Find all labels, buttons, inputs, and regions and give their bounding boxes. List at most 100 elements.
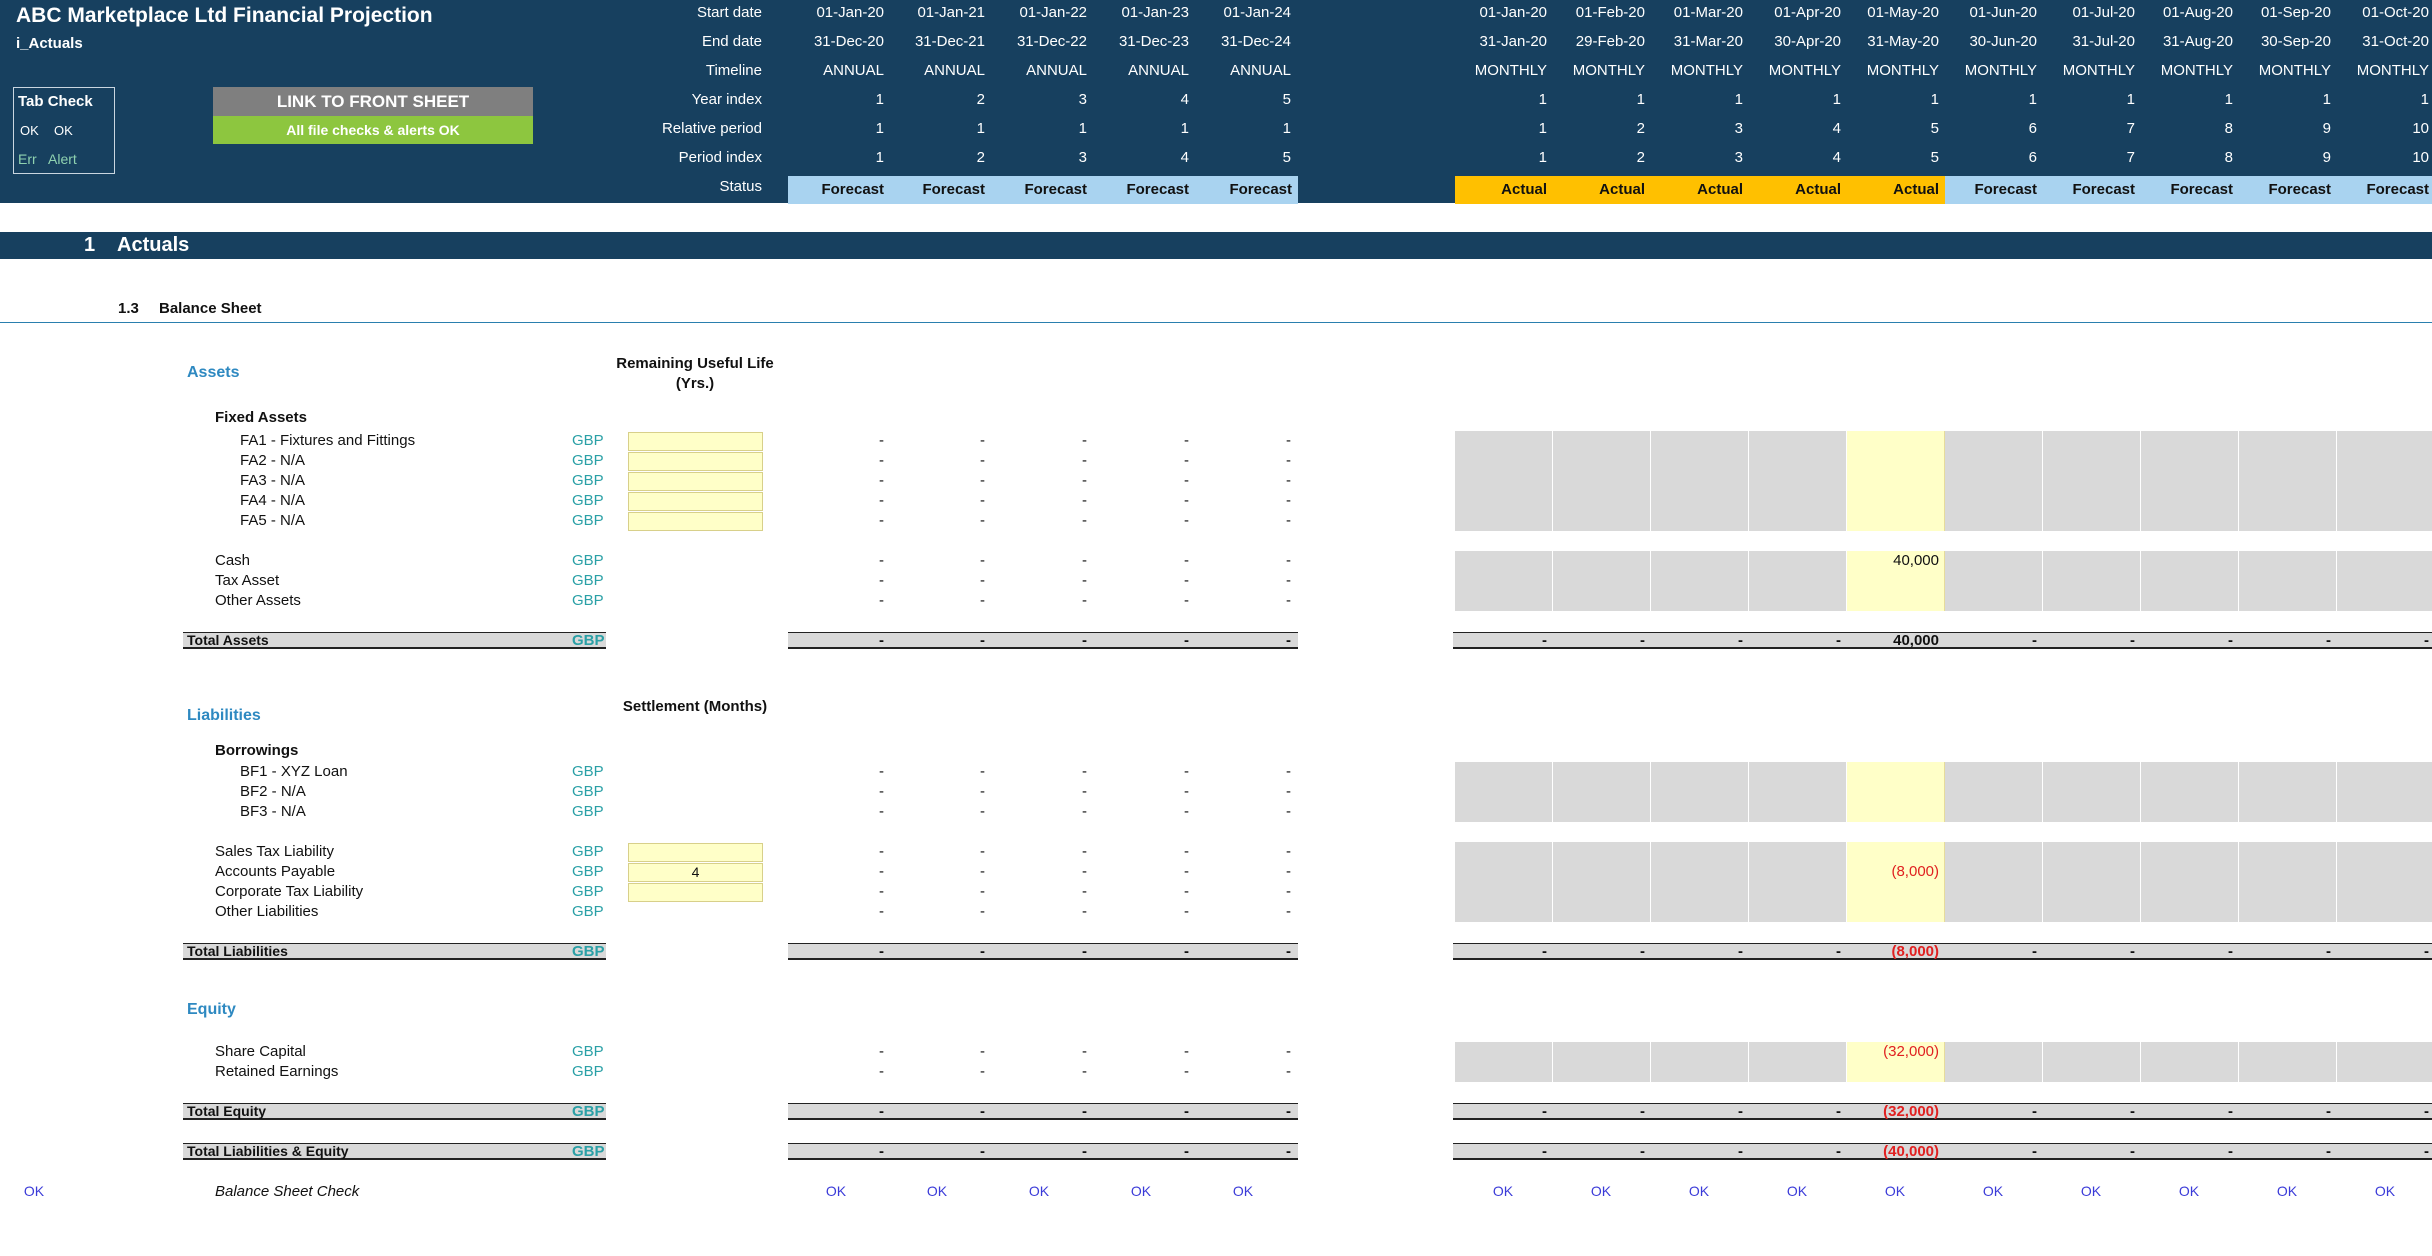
fixed-asset-3-actual-input[interactable] <box>1847 471 1945 491</box>
total-liabilities-equity-monthly-value: - <box>2326 1143 2331 1160</box>
fixed-asset-5-input-cell[interactable] <box>628 512 763 531</box>
end-annual: 31-Dec-24 <box>1220 33 1291 50</box>
other-assets-monthly-cell <box>2141 591 2239 611</box>
tab-check-err-label: Err <box>18 151 37 167</box>
borrowing-2-monthly-cell <box>2141 782 2239 802</box>
cash-annual-value: - <box>879 552 884 569</box>
total-equity-monthly-value: - <box>2130 1103 2135 1120</box>
total-liabilities-equity-monthly-value: - <box>2424 1143 2429 1160</box>
balance-check-monthly: OK <box>1688 1183 1710 1199</box>
total-liabilities-equity-annual-value: - <box>879 1143 884 1160</box>
accounts-payable-monthly-cell <box>2239 862 2337 882</box>
sales-tax-liability-label: Sales Tax Liability <box>215 843 334 860</box>
start-monthly: 01-May-20 <box>1867 4 1939 21</box>
retained-earnings-actual-input[interactable] <box>1847 1062 1945 1082</box>
borrowing-3-monthly-cell <box>2337 802 2432 822</box>
timeline-monthly: MONTHLY <box>1768 62 1841 79</box>
total-assets-monthly-value: - <box>1542 632 1547 649</box>
timeline-monthly: MONTHLY <box>2062 62 2135 79</box>
corporate-tax-liability-input-cell[interactable] <box>628 883 763 902</box>
fixed-asset-1-monthly-cell <box>1749 431 1847 451</box>
fixed-asset-2-actual-input[interactable] <box>1847 451 1945 471</box>
retained-earnings-monthly-cell <box>2239 1062 2337 1082</box>
start-monthly: 01-Sep-20 <box>2260 4 2331 21</box>
relative-monthly: 5 <box>1930 120 1939 137</box>
fixed-asset-1-monthly-cell <box>2141 431 2239 451</box>
unit-gbp: GBP <box>572 783 604 800</box>
borrowing-3-monthly-cell <box>2239 802 2337 822</box>
fixed-asset-4-monthly-cell <box>2239 491 2337 511</box>
fixed-asset-1-input-cell[interactable] <box>628 432 763 451</box>
share-capital-annual-value: - <box>1184 1043 1189 1060</box>
other-assets-actual-input[interactable] <box>1847 591 1945 611</box>
fixed-asset-1-actual-input[interactable] <box>1847 431 1945 451</box>
period-index-monthly: 7 <box>2126 149 2135 166</box>
borrowing-3-monthly-cell <box>1749 802 1847 822</box>
fixed-asset-3-input-cell[interactable] <box>628 472 763 491</box>
borrowing-3-actual-input[interactable] <box>1847 802 1945 822</box>
corporate-tax-liability-monthly-cell <box>1455 882 1553 902</box>
borrowing-3-annual-value: - <box>879 803 884 820</box>
sales-tax-liability-input-cell[interactable] <box>628 843 763 862</box>
timeline-annual: ANNUAL <box>924 62 985 79</box>
year-index-monthly: 1 <box>2420 91 2429 108</box>
cash-monthly-cell <box>2239 551 2337 571</box>
sales-tax-liability-actual-input[interactable] <box>1847 842 1945 862</box>
balance-check-monthly: OK <box>1590 1183 1612 1199</box>
borrowing-1-actual-input[interactable] <box>1847 762 1945 782</box>
corporate-tax-liability-monthly-cell <box>1553 882 1651 902</box>
accounts-payable-label: Accounts Payable <box>215 863 336 880</box>
balance-check-flag: OK <box>23 1183 45 1199</box>
balance-sheet-check-label: Balance Sheet Check <box>215 1183 360 1200</box>
borrowing-2-actual-input[interactable] <box>1847 782 1945 802</box>
other-liabilities-actual-input[interactable] <box>1847 902 1945 922</box>
share-capital-monthly-cell <box>1651 1042 1749 1062</box>
corporate-tax-liability-actual-input[interactable] <box>1847 882 1945 902</box>
balance-check-monthly: OK <box>1982 1183 2004 1199</box>
link-to-front-sheet-button[interactable]: LINK TO FRONT SHEET <box>213 87 533 116</box>
fixed-asset-5-actual-input[interactable] <box>1847 511 1945 531</box>
accounts-payable-input-cell[interactable]: 4 <box>628 863 763 882</box>
fixed-asset-3-annual-value: - <box>879 472 884 489</box>
cash-label: Cash <box>215 552 251 569</box>
end-annual: 31-Dec-22 <box>1016 33 1087 50</box>
total-liabilities-equity-monthly-value: - <box>2032 1143 2037 1160</box>
fixed-asset-5-label: FA5 - N/A <box>240 512 306 529</box>
accounts-payable-monthly-cell <box>1455 862 1553 882</box>
retained-earnings-annual-value: - <box>1184 1063 1189 1080</box>
other-liabilities-annual-value: - <box>879 903 884 920</box>
relative-annual: 1 <box>1078 120 1087 137</box>
start-annual: 01-Jan-20 <box>816 4 884 21</box>
fixed-asset-1-monthly-cell <box>2043 431 2141 451</box>
fixed-asset-4-input-cell[interactable] <box>628 492 763 511</box>
fixed-asset-5-annual-value: - <box>980 512 985 529</box>
borrowing-3-annual-value: - <box>1286 803 1291 820</box>
other-liabilities-monthly-cell <box>2337 902 2432 922</box>
total-liabilities-monthly-value: - <box>1738 943 1743 960</box>
cash-monthly-cell <box>2141 551 2239 571</box>
tax-asset-actual-input[interactable] <box>1847 571 1945 591</box>
relative-monthly: 1 <box>1538 120 1547 137</box>
borrowing-2-annual-value: - <box>1184 783 1189 800</box>
accounts-payable-may-value: (8,000) <box>1891 863 1939 880</box>
retained-earnings-monthly-cell <box>2141 1062 2239 1082</box>
unit-gbp: GBP <box>572 763 604 780</box>
borrowing-2-annual-value: - <box>1082 783 1087 800</box>
fixed-asset-4-monthly-cell <box>1651 491 1749 511</box>
fixed-asset-4-monthly-cell <box>2141 491 2239 511</box>
tax-asset-annual-value: - <box>1082 572 1087 589</box>
period-index-annual: 1 <box>875 149 884 166</box>
balance-check-annual: OK <box>1028 1183 1050 1199</box>
total-liabilities-equity-monthly-value: - <box>1542 1143 1547 1160</box>
accounts-payable-annual-value: - <box>1184 863 1189 880</box>
year-index-annual: 3 <box>1078 91 1087 108</box>
fixed-asset-4-actual-input[interactable] <box>1847 491 1945 511</box>
fixed-asset-2-input-cell[interactable] <box>628 452 763 471</box>
fixed-asset-2-monthly-cell <box>2239 451 2337 471</box>
fixed-asset-3-monthly-cell <box>2337 471 2432 491</box>
accounts-payable-annual-value: - <box>1082 863 1087 880</box>
total-equity-monthly-value: - <box>1738 1103 1743 1120</box>
fixed-asset-2-label: FA2 - N/A <box>240 452 306 469</box>
fixed-asset-2-monthly-cell <box>1651 451 1749 471</box>
fixed-asset-3-label: FA3 - N/A <box>240 472 306 489</box>
